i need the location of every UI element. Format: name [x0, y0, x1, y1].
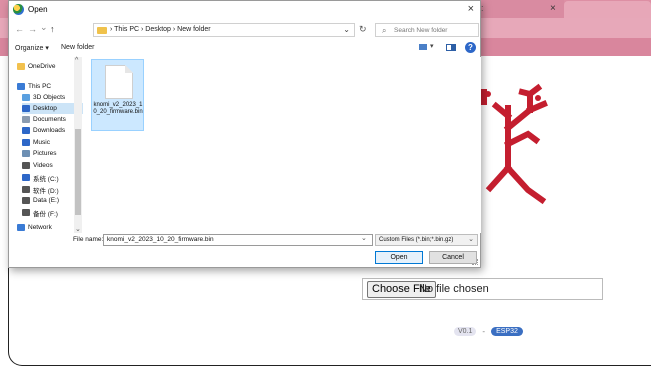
open-button[interactable]: Open	[375, 251, 423, 264]
open-file-dialog: Open × ← → ⌄ ↑ › This PC › Desktop › New…	[8, 0, 481, 268]
chevron-down-icon[interactable]: ⌄	[343, 25, 350, 34]
music-icon	[22, 139, 30, 146]
pc-icon	[17, 83, 25, 90]
new-folder-button[interactable]: New folder	[61, 44, 94, 51]
cancel-button[interactable]: Cancel	[429, 251, 477, 264]
nav-item-label: Music	[33, 139, 50, 146]
navigation-scrollbar[interactable]: ^ ⌄	[74, 57, 82, 233]
documents-icon	[22, 116, 30, 123]
refresh-icon[interactable]: ↻	[359, 24, 367, 35]
preview-pane-icon[interactable]	[446, 44, 456, 51]
file-icon	[105, 65, 133, 99]
nav-item-label: Downloads	[33, 127, 66, 134]
pictures-icon	[22, 150, 30, 157]
dialog-navbar: ← → ⌄ ↑ › This PC › Desktop › New folder…	[9, 20, 480, 40]
nav-item-label: 3D Objects	[33, 94, 66, 101]
drive-icon	[22, 197, 30, 204]
nav-item-label: Data (E:)	[33, 197, 60, 204]
file-item-name: knomi_v2_2023_10_20_firmware.bin	[93, 102, 143, 115]
chevron-down-icon[interactable]: ⌄	[468, 235, 474, 245]
search-placeholder: Search New folder	[394, 27, 448, 34]
organize-button[interactable]: Organize ▾	[15, 44, 49, 52]
file-name-dropdown-icon[interactable]: ⌄	[361, 234, 367, 242]
brand-logo	[470, 80, 560, 210]
file-type-select[interactable]: Custom Files (*.bin;*.bin.gz) ⌄	[375, 234, 478, 246]
network-icon	[17, 224, 25, 231]
view-dropdown-icon[interactable]: ▾	[430, 42, 434, 50]
videos-icon	[22, 162, 30, 169]
up-arrow-icon[interactable]: ↑	[50, 24, 55, 34]
nav-item-label: 软件 (D:)	[33, 187, 59, 195]
3d-objects-icon	[22, 94, 30, 101]
nav-item-label: Videos	[33, 162, 53, 169]
recent-locations-icon[interactable]: ⌄	[40, 22, 48, 33]
drive-c-icon	[22, 174, 30, 181]
nav-item-label: Pictures	[33, 150, 57, 157]
version-badge: V0.1	[454, 326, 477, 336]
forward-arrow-icon[interactable]: →	[28, 24, 37, 34]
file-name-input[interactable]: knomi_v2_2023_10_20_firmware.bin	[103, 234, 373, 246]
nav-item-label: Desktop	[33, 105, 57, 112]
folder-icon	[97, 27, 107, 34]
breadcrumb[interactable]: › This PC › Desktop › New folder ⌄	[93, 23, 355, 37]
scroll-down-icon[interactable]: ⌄	[75, 225, 81, 233]
close-icon[interactable]: ×	[468, 3, 474, 15]
search-input[interactable]: ⌕ Search New folder	[375, 23, 479, 37]
drive-icon	[22, 186, 30, 193]
version-separator: -	[482, 326, 486, 336]
nav-item-label: Network	[28, 224, 52, 231]
scroll-up-icon[interactable]: ^	[75, 57, 78, 64]
nav-item-label: OneDrive	[28, 63, 56, 70]
chrome-app-icon	[13, 4, 24, 15]
nav-item-label: 备份 (F:)	[33, 210, 58, 218]
dialog-title: Open	[28, 5, 48, 14]
dialog-titlebar[interactable]: Open ×	[9, 1, 480, 19]
downloads-icon	[22, 127, 30, 134]
file-list[interactable]: knomi_v2_2023_10_20_firmware.bin	[89, 57, 481, 233]
firmware-file-input[interactable]: Choose File No file chosen	[362, 278, 603, 300]
dialog-toolbar: Organize ▾ New folder ▾ ?	[9, 41, 480, 57]
nav-item-label: This PC	[28, 83, 52, 90]
search-icon: ⌕	[382, 26, 387, 35]
nav-item-label: Documents	[33, 116, 66, 123]
scroll-thumb[interactable]	[75, 129, 81, 215]
breadcrumb-path: › This PC › Desktop › New folder	[110, 26, 211, 33]
filename-row: File name: knomi_v2_2023_10_20_firmware.…	[9, 233, 480, 247]
view-icon[interactable]	[419, 44, 427, 50]
onedrive-icon	[17, 63, 25, 70]
nav-item-label: 系统 (C:)	[33, 175, 59, 183]
back-arrow-icon[interactable]: ←	[15, 24, 24, 34]
chip-badge: ESP32	[491, 326, 523, 336]
file-item[interactable]: knomi_v2_2023_10_20_firmware.bin	[91, 59, 144, 131]
drive-icon	[22, 209, 30, 216]
help-icon[interactable]: ?	[465, 42, 476, 53]
resize-grip[interactable]	[472, 259, 478, 265]
file-type-value: Custom Files (*.bin;*.bin.gz)	[379, 237, 454, 243]
no-file-text: No file chosen	[419, 283, 489, 295]
desktop-icon	[22, 105, 30, 112]
file-name-label: File name:	[73, 236, 104, 243]
version-row: V0.1 - ESP32	[454, 325, 523, 337]
